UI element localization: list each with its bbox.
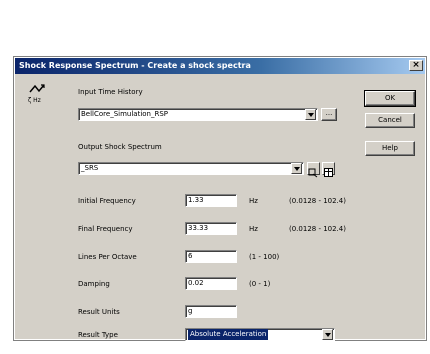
chevron-down-icon[interactable]	[305, 109, 316, 120]
input-time-history-select[interactable]: BellCore_Simulation_RSP	[78, 108, 318, 121]
damping-field[interactable]: 0.02	[185, 277, 237, 290]
final-frequency-unit: Hz	[249, 225, 258, 233]
output-shock-spectrum-value: _SRS	[81, 164, 99, 172]
lines-per-octave-label: Lines Per Octave	[78, 253, 137, 261]
icon-caption: ζ Hz	[28, 97, 41, 104]
input-time-history-label: Input Time History	[78, 88, 143, 96]
result-units-field[interactable]: g	[185, 305, 237, 318]
cancel-button[interactable]: Cancel	[365, 113, 415, 128]
input-time-history-value: BellCore_Simulation_RSP	[81, 110, 169, 118]
properties-icon[interactable]	[307, 162, 320, 178]
window-title: Shock Response Spectrum - Create a shock…	[19, 61, 251, 70]
help-button[interactable]: Help	[365, 141, 415, 156]
initial-frequency-label: Initial Frequency	[78, 197, 136, 205]
srs-dialog: Shock Response Spectrum - Create a shock…	[13, 56, 427, 341]
final-frequency-range: (0.0128 - 102.4)	[289, 225, 346, 233]
browse-input-button[interactable]: ...	[321, 108, 337, 121]
shock-spectrum-icon: ζ Hz	[27, 82, 47, 104]
output-shock-spectrum-select[interactable]: _SRS	[78, 162, 304, 175]
output-shock-spectrum-label: Output Shock Spectrum	[78, 143, 162, 151]
damping-label: Damping	[78, 280, 110, 288]
damping-range: (0 - 1)	[249, 280, 271, 288]
result-units-label: Result Units	[78, 308, 120, 316]
close-button[interactable]: ×	[409, 60, 423, 71]
initial-frequency-unit: Hz	[249, 197, 258, 205]
lines-per-octave-range: (1 - 100)	[249, 253, 280, 261]
final-frequency-field[interactable]: 33.33	[185, 222, 237, 235]
result-type-label: Result Type	[78, 331, 118, 339]
initial-frequency-field[interactable]: 1.33	[185, 194, 237, 207]
title-bar[interactable]: Shock Response Spectrum - Create a shock…	[15, 58, 425, 74]
final-frequency-label: Final Frequency	[78, 225, 133, 233]
result-type-select[interactable]: Absolute Acceleration	[185, 328, 335, 341]
ok-button[interactable]: OK	[364, 90, 416, 107]
table-icon[interactable]	[322, 162, 335, 177]
initial-frequency-range: (0.0128 - 102.4)	[289, 197, 346, 205]
chevron-down-icon[interactable]	[322, 329, 333, 340]
result-type-value: Absolute Acceleration	[188, 329, 269, 340]
lines-per-octave-field[interactable]: 6	[185, 250, 237, 263]
chevron-down-icon[interactable]	[291, 163, 302, 174]
